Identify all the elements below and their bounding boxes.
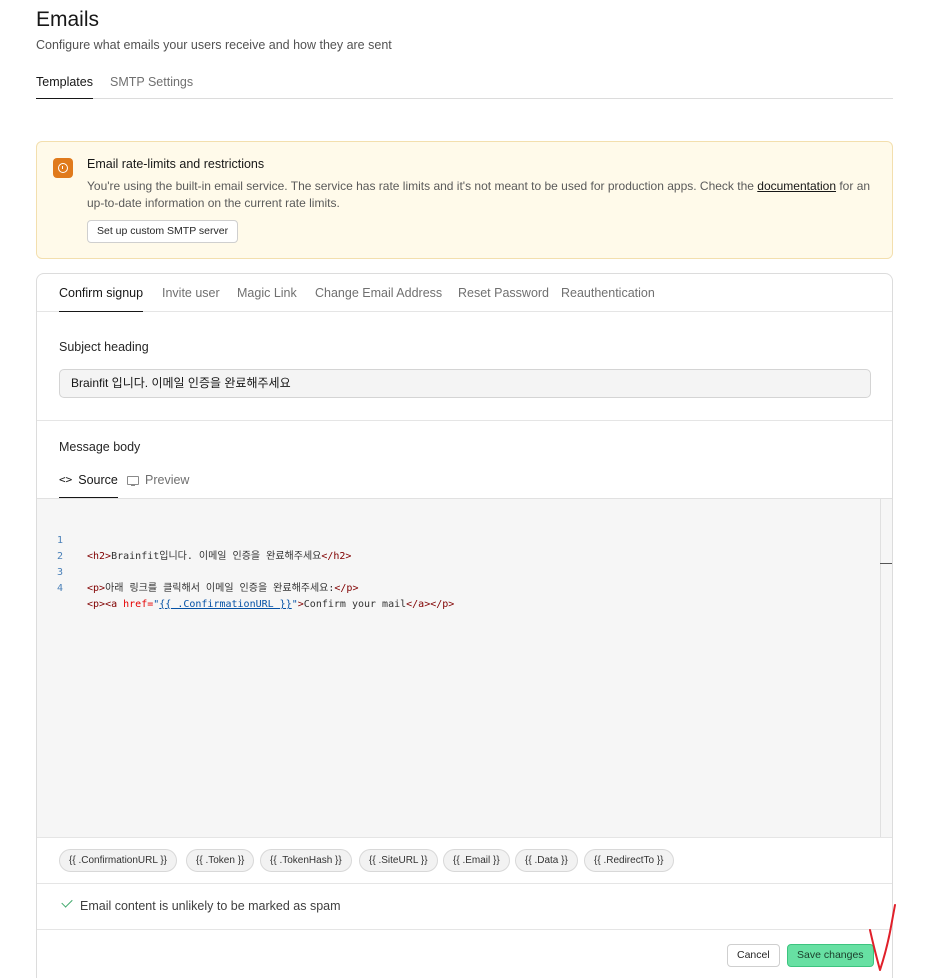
code-tag: <p> xyxy=(87,583,106,594)
code-tag: </p> xyxy=(430,599,455,610)
code-text: <h2>Brainfit입니다. 이메일 인증을 완료해주세요</h2> xyxy=(87,549,351,565)
variable-data[interactable]: {{ .Data }} xyxy=(515,849,578,872)
page-title: Emails xyxy=(36,8,100,31)
card-footer: Cancel Save changes xyxy=(37,929,892,978)
tab-confirm-signup[interactable]: Confirm signup xyxy=(59,286,144,312)
code-content: Confirm your mail xyxy=(303,599,407,610)
code-content: 아래 링크를 클릭해서 이메일 인증을 완료해주세요: xyxy=(105,583,335,594)
preview-tab-label: Preview xyxy=(145,473,190,487)
source-tab-label: Source xyxy=(78,473,118,487)
variable-email[interactable]: {{ .Email }} xyxy=(443,849,510,872)
tab-invite-user[interactable]: Invite user xyxy=(162,286,220,312)
monitor-icon xyxy=(127,476,139,487)
tab-reauthentication[interactable]: Reauthentication xyxy=(561,286,655,312)
spam-check-row: Email content is unlikely to be marked a… xyxy=(37,883,892,929)
warning-text: You're using the built-in email service.… xyxy=(87,178,882,212)
message-body-label: Message body xyxy=(59,440,141,454)
setup-smtp-button[interactable]: Set up custom SMTP server xyxy=(87,220,239,243)
code-editor[interactable]: 1 <h2>Brainfit입니다. 이메일 인증을 완료해주세요</h2> 2… xyxy=(37,498,892,838)
variable-bar: {{ .ConfirmationURL }} {{ .Token }} {{ .… xyxy=(37,837,892,883)
tab-change-email-address[interactable]: Change Email Address xyxy=(315,286,442,312)
tab-source[interactable]: <> Source xyxy=(59,473,118,498)
tab-templates[interactable]: Templates xyxy=(36,75,93,99)
code-tag: <a xyxy=(105,599,118,610)
code-tag: </h2> xyxy=(321,551,352,562)
code-line: 1 <h2>Brainfit입니다. 이메일 인증을 완료해주세요</h2> xyxy=(37,517,351,562)
subject-input[interactable]: Brainfit 입니다. 이메일 인증을 완료해주세요 xyxy=(59,369,871,398)
line-number: 4 xyxy=(57,583,64,594)
code-text: <p><a href="{{ .ConfirmationURL }}">Conf… xyxy=(87,597,454,613)
code-attr: href= xyxy=(117,599,154,610)
variable-token-hash[interactable]: {{ .TokenHash }} xyxy=(260,849,352,872)
documentation-link[interactable]: documentation xyxy=(757,179,836,193)
variable-confirmation-url[interactable]: {{ .ConfirmationURL }} xyxy=(59,849,178,872)
spam-check-text: Email content is unlikely to be marked a… xyxy=(80,899,341,913)
code-line: 4 <p><a href="{{ .ConfirmationURL }}">Co… xyxy=(37,565,454,610)
red-checkmark-annotation xyxy=(869,904,896,971)
code-line: 2 xyxy=(37,533,73,562)
variable-site-url[interactable]: {{ .SiteURL }} xyxy=(359,849,438,872)
code-line: 3 <p>아래 링크를 클릭해서 이메일 인증을 완료해주세요:</p> xyxy=(37,549,358,594)
tab-preview[interactable]: Preview xyxy=(127,473,189,487)
save-changes-button[interactable]: Save changes xyxy=(787,944,874,967)
warning-title: Email rate-limits and restrictions xyxy=(87,157,265,171)
code-content: Brainfit입니다. 이메일 인증을 완료해주세요 xyxy=(111,551,322,562)
code-text: <p>아래 링크를 클릭해서 이메일 인증을 완료해주세요:</p> xyxy=(87,581,358,597)
code-tag: </a> xyxy=(406,599,431,610)
cancel-button[interactable]: Cancel xyxy=(727,944,780,967)
top-tab-bar: Templates SMTP Settings xyxy=(36,66,893,99)
code-tag: <h2> xyxy=(87,551,112,562)
tab-reset-password[interactable]: Reset Password xyxy=(458,286,549,312)
warning-icon xyxy=(53,158,73,178)
page-subtitle: Configure what emails your users receive… xyxy=(36,38,392,52)
divider xyxy=(37,420,892,421)
check-icon xyxy=(61,896,73,908)
code-tag: </p> xyxy=(334,583,359,594)
template-card: Confirm signup Invite user Magic Link Ch… xyxy=(36,273,893,978)
code-brackets-icon: <> xyxy=(59,473,73,486)
editor-scrollbar[interactable] xyxy=(880,499,892,838)
tab-magic-link[interactable]: Magic Link xyxy=(237,286,297,312)
rate-limit-warning: Email rate-limits and restrictions You'r… xyxy=(36,141,893,259)
subject-label: Subject heading xyxy=(59,340,149,354)
code-tag: <p> xyxy=(87,599,106,610)
warning-text-before: You're using the built-in email service.… xyxy=(87,179,758,193)
tab-smtp-settings[interactable]: SMTP Settings xyxy=(110,75,193,99)
code-url: {{ .ConfirmationURL }} xyxy=(159,599,292,610)
variable-token[interactable]: {{ .Token }} xyxy=(186,849,255,872)
template-tab-bar: Confirm signup Invite user Magic Link Ch… xyxy=(37,274,892,312)
scroll-position-marker xyxy=(880,563,892,564)
variable-redirect-to[interactable]: {{ .RedirectTo }} xyxy=(584,849,674,872)
